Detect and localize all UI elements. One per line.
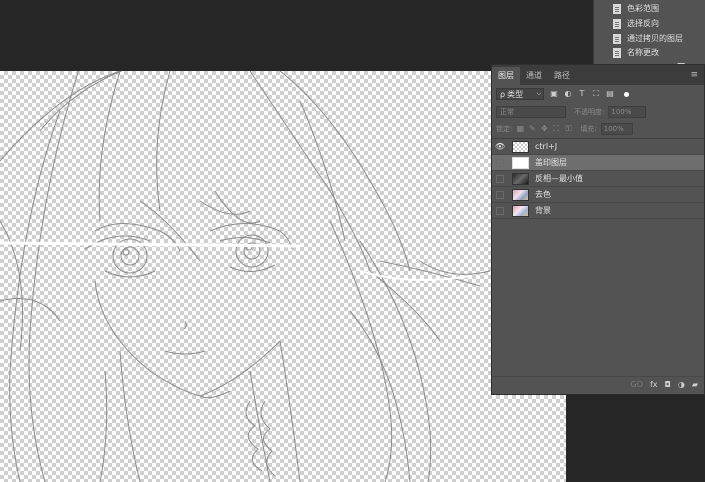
adjustment-filter-icon[interactable]: ◐ — [564, 90, 572, 98]
pixel-filter-icon[interactable]: ▣ — [550, 90, 558, 98]
layer-thumbnail — [512, 140, 529, 153]
lock-artboard-icon[interactable]: ⛶ — [552, 124, 560, 133]
layer-thumbnail — [512, 156, 529, 169]
layer-name[interactable]: 盖印图层 — [535, 157, 567, 168]
link-layers-icon[interactable]: GO — [630, 380, 643, 389]
layers-toolbar: GO fx ◘ ◑ ▰ — [492, 376, 704, 392]
history-item-label: 通过拷贝的图层 — [627, 34, 683, 43]
document-icon — [613, 33, 621, 44]
lock-fill-row: 锁定: ▦ ✎ ✥ ⛶ ⚿ 填充: 100% — [496, 122, 700, 135]
blend-opacity-row: 正常 不透明度: 100% — [496, 105, 700, 118]
tab-paths[interactable]: 路径 — [548, 67, 576, 85]
layer-name[interactable]: 反相—最小值 — [535, 173, 583, 184]
smart-object-filter-icon[interactable]: ▤ — [606, 90, 614, 98]
layer-row[interactable]: 背景 — [492, 203, 704, 219]
panel-tabs: 图层 通道 路径 ≡ — [492, 65, 704, 85]
fill-input[interactable]: 100% — [600, 122, 633, 135]
fx-button[interactable]: fx — [650, 380, 658, 389]
layer-thumbnail — [512, 204, 529, 217]
filter-kind-select[interactable]: ρ 类型 ⌵ — [496, 88, 544, 100]
layers-panel: 图层 通道 路径 ≡ ρ 类型 ⌵ ▣ ◐ T ⛶ ▤ 正常 不透明度: 100… — [491, 64, 705, 395]
history-item-label: 名称更改 — [627, 48, 659, 57]
filter-kind-label: 类型 — [507, 89, 524, 99]
history-item[interactable]: 通过拷贝的图层 — [594, 32, 705, 45]
layer-filter-row: ρ 类型 ⌵ ▣ ◐ T ⛶ ▤ — [496, 87, 629, 101]
add-mask-icon[interactable]: ◘ — [665, 380, 671, 389]
layer-name[interactable]: ctrl+J — [535, 142, 557, 151]
history-item[interactable]: 名称更改 — [594, 46, 705, 59]
layer-row[interactable]: 反相—最小值 — [492, 171, 704, 187]
document-icon — [613, 3, 621, 14]
document-icon — [613, 47, 621, 58]
layer-row[interactable]: 去色 — [492, 187, 704, 203]
visibility-toggle[interactable] — [496, 190, 504, 199]
opacity-label: 不透明度: — [574, 107, 605, 116]
opacity-input[interactable]: 100% — [608, 105, 647, 118]
visibility-toggle[interactable] — [496, 158, 504, 167]
history-item[interactable]: 色彩范围 — [594, 2, 705, 15]
filter-prefix: ρ — [500, 89, 506, 99]
shape-filter-icon[interactable]: ⛶ — [592, 90, 600, 98]
history-item-label: 色彩范围 — [627, 4, 659, 13]
layer-thumbnail — [512, 188, 529, 201]
visibility-toggle[interactable] — [496, 174, 504, 183]
type-filter-icon[interactable]: T — [578, 90, 586, 98]
tab-layers[interactable]: 图层 — [492, 67, 520, 85]
chevron-down-icon: ⌵ — [536, 90, 541, 97]
lock-all-icon[interactable]: ⚿ — [564, 124, 572, 133]
layer-name[interactable]: 去色 — [535, 189, 551, 200]
tab-channels[interactable]: 通道 — [520, 67, 548, 85]
new-group-icon[interactable]: ▰ — [692, 380, 698, 389]
history-item[interactable]: 选择反向 — [594, 17, 705, 30]
layer-row[interactable]: 👁 ctrl+J — [492, 139, 704, 155]
lock-brush-icon[interactable]: ✎ — [528, 124, 536, 133]
blend-mode-select[interactable]: 正常 — [496, 105, 566, 118]
history-item-label: 选择反向 — [627, 19, 659, 28]
eye-icon[interactable]: 👁 — [492, 142, 508, 151]
filter-toggle-icon[interactable] — [624, 91, 629, 97]
lock-move-icon[interactable]: ✥ — [540, 124, 548, 133]
panel-menu-icon[interactable]: ≡ — [690, 70, 698, 80]
document-canvas[interactable] — [0, 71, 566, 482]
lock-label: 锁定: — [496, 124, 513, 133]
line-art-sketch — [0, 71, 491, 482]
layer-name[interactable]: 背景 — [535, 205, 551, 216]
fill-label: 填充: — [580, 124, 597, 133]
layer-thumbnail — [512, 172, 529, 185]
document-icon — [613, 18, 621, 29]
visibility-toggle[interactable] — [496, 206, 504, 215]
lock-transparency-icon[interactable]: ▦ — [516, 124, 525, 133]
layer-row-selected[interactable]: 盖印图层 — [492, 155, 704, 171]
adjustment-layer-icon[interactable]: ◑ — [678, 380, 685, 389]
